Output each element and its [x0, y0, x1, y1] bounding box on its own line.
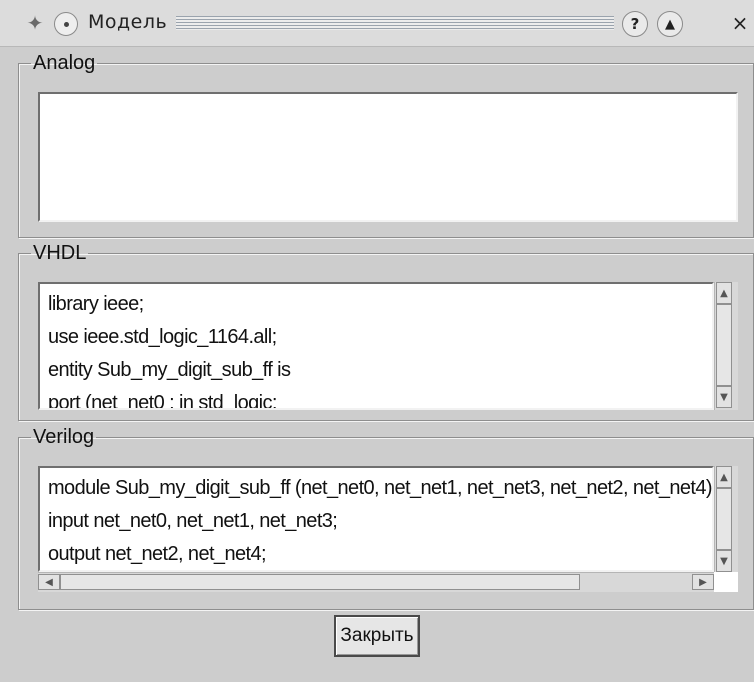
verilog-horizontal-scrollbar[interactable]: ◀ ▶ [38, 572, 714, 592]
scroll-up-arrow-icon[interactable]: ▲ [716, 282, 732, 304]
analog-textbox[interactable] [38, 92, 738, 222]
vhdl-scroll-thumb[interactable] [716, 304, 732, 386]
window-close-icon[interactable]: × [730, 11, 750, 35]
close-button[interactable]: Закрыть [334, 615, 420, 657]
help-button[interactable]: ? [622, 11, 648, 37]
vhdl-legend: VHDL [33, 242, 87, 264]
vhdl-line: library ieee; [48, 293, 144, 315]
scroll-up-arrow-icon[interactable]: ▲ [716, 466, 732, 488]
verilog-line: output net_net2, net_net4; [48, 543, 267, 565]
verilog-vertical-scrollbar[interactable]: ▲ ▼ [714, 466, 738, 572]
window-title: Модель [88, 11, 168, 33]
analog-legend: Analog [33, 52, 96, 74]
vhdl-line: port (net_net0 : in std_logic; [48, 392, 277, 410]
verilog-hscroll-thumb[interactable] [60, 574, 580, 590]
title-bar: ✦ Модель ? ▲ × [0, 0, 754, 47]
vhdl-textbox[interactable]: library ieee; use ieee.std_logic_1164.al… [38, 282, 714, 410]
scroll-down-arrow-icon[interactable]: ▼ [716, 386, 732, 408]
verilog-line: input net_net0, net_net1, net_net3; [48, 510, 338, 532]
verilog-textbox[interactable]: module Sub_my_digit_sub_ff (net_net0, ne… [38, 466, 714, 572]
vhdl-line: entity Sub_my_digit_sub_ff is [48, 359, 291, 381]
app-icon[interactable]: ✦ [22, 11, 48, 35]
verilog-legend: Verilog [33, 426, 95, 448]
title-drag-area[interactable] [176, 16, 614, 30]
scroll-right-arrow-icon[interactable]: ▶ [692, 574, 714, 590]
vhdl-vertical-scrollbar[interactable]: ▲ ▼ [714, 282, 738, 410]
scroll-corner [714, 572, 738, 592]
vhdl-line: use ieee.std_logic_1164.all; [48, 326, 277, 348]
scroll-down-arrow-icon[interactable]: ▼ [716, 550, 732, 572]
verilog-vscroll-thumb[interactable] [716, 488, 732, 550]
scroll-left-arrow-icon[interactable]: ◀ [38, 574, 60, 590]
window-menu-button[interactable] [54, 12, 78, 36]
verilog-line: module Sub_my_digit_sub_ff (net_net0, ne… [48, 477, 714, 499]
shade-button[interactable]: ▲ [657, 11, 683, 37]
